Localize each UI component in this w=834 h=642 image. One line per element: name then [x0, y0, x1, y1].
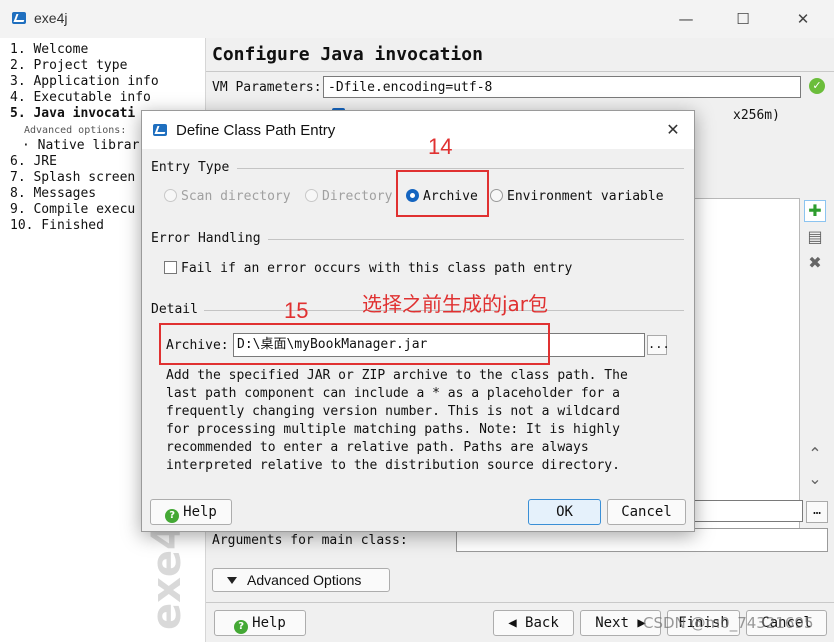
help-icon: ? — [234, 620, 249, 634]
close-icon[interactable]: ✕ — [660, 118, 686, 142]
step-messages[interactable]: 8. Messages — [10, 186, 96, 201]
radio-circle — [490, 189, 503, 202]
move-up-icon[interactable]: ⌃ — [804, 443, 826, 465]
radio-circle — [164, 189, 177, 202]
step-application-info[interactable]: 3. Application info — [10, 74, 159, 89]
divider — [237, 168, 684, 169]
close-icon[interactable]: ✕ — [788, 6, 818, 32]
window-title: exe4j — [34, 10, 68, 26]
advanced-options-label: Advanced Options — [247, 572, 362, 588]
error-handling-heading: Error Handling — [151, 231, 261, 246]
radio-label: Directory — [322, 189, 393, 204]
advanced-options-heading: Advanced options: — [24, 125, 127, 136]
annotation-box-archive-path — [159, 323, 550, 365]
back-button[interactable]: ◀ Back — [493, 610, 574, 636]
dropdown-arrow-icon — [227, 577, 237, 584]
fail-on-error-checkbox[interactable]: Fail if an error occurs with this class … — [164, 261, 572, 276]
annotation-note: 选择之前生成的jar包 — [362, 292, 549, 316]
annotation-step-14: 14 — [428, 134, 453, 159]
radio-directory[interactable]: Directory — [305, 189, 392, 204]
annotation-step-15: 15 — [284, 298, 309, 323]
archive-description: Add the specified JAR or ZIP archive to … — [166, 368, 628, 473]
app-icon — [153, 124, 167, 136]
page-title: Configure Java invocation — [212, 44, 483, 65]
step-finished[interactable]: 10. Finished — [10, 218, 104, 233]
radio-scan-directory[interactable]: Scan directory — [164, 189, 291, 204]
annotation-box-archive-radio — [396, 170, 489, 217]
csdn-watermark: CSDN @m0_74321695 — [643, 614, 814, 632]
entry-type-heading: Entry Type — [151, 160, 230, 175]
radio-label: Environment variable — [507, 189, 664, 204]
step-project-type[interactable]: 2. Project type — [10, 58, 127, 73]
step-java-invocation[interactable]: 5. Java invocati — [10, 106, 135, 121]
memory-hint: x256m) — [733, 108, 780, 123]
divider — [206, 71, 834, 72]
radio-circle — [305, 189, 318, 202]
edit-icon[interactable]: ▤ — [804, 226, 826, 248]
step-jre[interactable]: 6. JRE — [10, 154, 57, 169]
ok-button[interactable]: OK — [528, 499, 601, 525]
help-button[interactable]: ? Help — [214, 610, 306, 636]
dialog-titlebar: Define Class Path Entry ✕ — [142, 111, 694, 149]
maximize-icon[interactable]: ☐ — [728, 6, 758, 32]
window-titlebar: exe4j — ☐ ✕ — [0, 0, 834, 38]
vm-parameters-label: VM Parameters: — [212, 80, 322, 95]
dialog-cancel-button[interactable]: Cancel — [607, 499, 686, 525]
help-icon: ? — [165, 509, 180, 523]
step-executable-info[interactable]: 4. Executable info — [10, 90, 151, 105]
advanced-options-button[interactable]: Advanced Options — [212, 568, 390, 592]
vm-parameters-input[interactable]: -Dfile.encoding=utf-8 — [323, 76, 801, 98]
help-label: Help — [183, 504, 217, 520]
checkbox-box — [164, 261, 177, 274]
remove-icon[interactable]: ✖ — [804, 252, 826, 274]
arguments-label: Arguments for main class: — [212, 533, 408, 548]
add-icon[interactable]: ✚ — [804, 200, 826, 222]
step-native-libraries[interactable]: · Native librar — [22, 138, 139, 153]
main-class-browse-button[interactable]: … — [806, 501, 828, 523]
dialog-help-button[interactable]: ? Help — [150, 499, 232, 525]
divider — [206, 602, 834, 603]
step-splash-screen[interactable]: 7. Splash screen — [10, 170, 135, 185]
dialog-title: Define Class Path Entry — [176, 122, 336, 139]
radio-environment-variable[interactable]: Environment variable — [490, 189, 664, 204]
step-welcome[interactable]: 1. Welcome — [10, 42, 88, 57]
step-compile-executable[interactable]: 9. Compile execu — [10, 202, 135, 217]
valid-check-icon: ✓ — [809, 78, 825, 94]
radio-label: Scan directory — [181, 189, 291, 204]
checkbox-label: Fail if an error occurs with this class … — [181, 261, 573, 276]
detail-heading: Detail — [151, 302, 198, 317]
archive-browse-button[interactable]: ... — [647, 335, 670, 355]
move-down-icon[interactable]: ⌄ — [804, 468, 826, 490]
help-label: Help — [252, 615, 286, 631]
app-icon — [12, 12, 26, 24]
minimize-icon[interactable]: — — [671, 6, 701, 32]
divider — [268, 239, 684, 240]
